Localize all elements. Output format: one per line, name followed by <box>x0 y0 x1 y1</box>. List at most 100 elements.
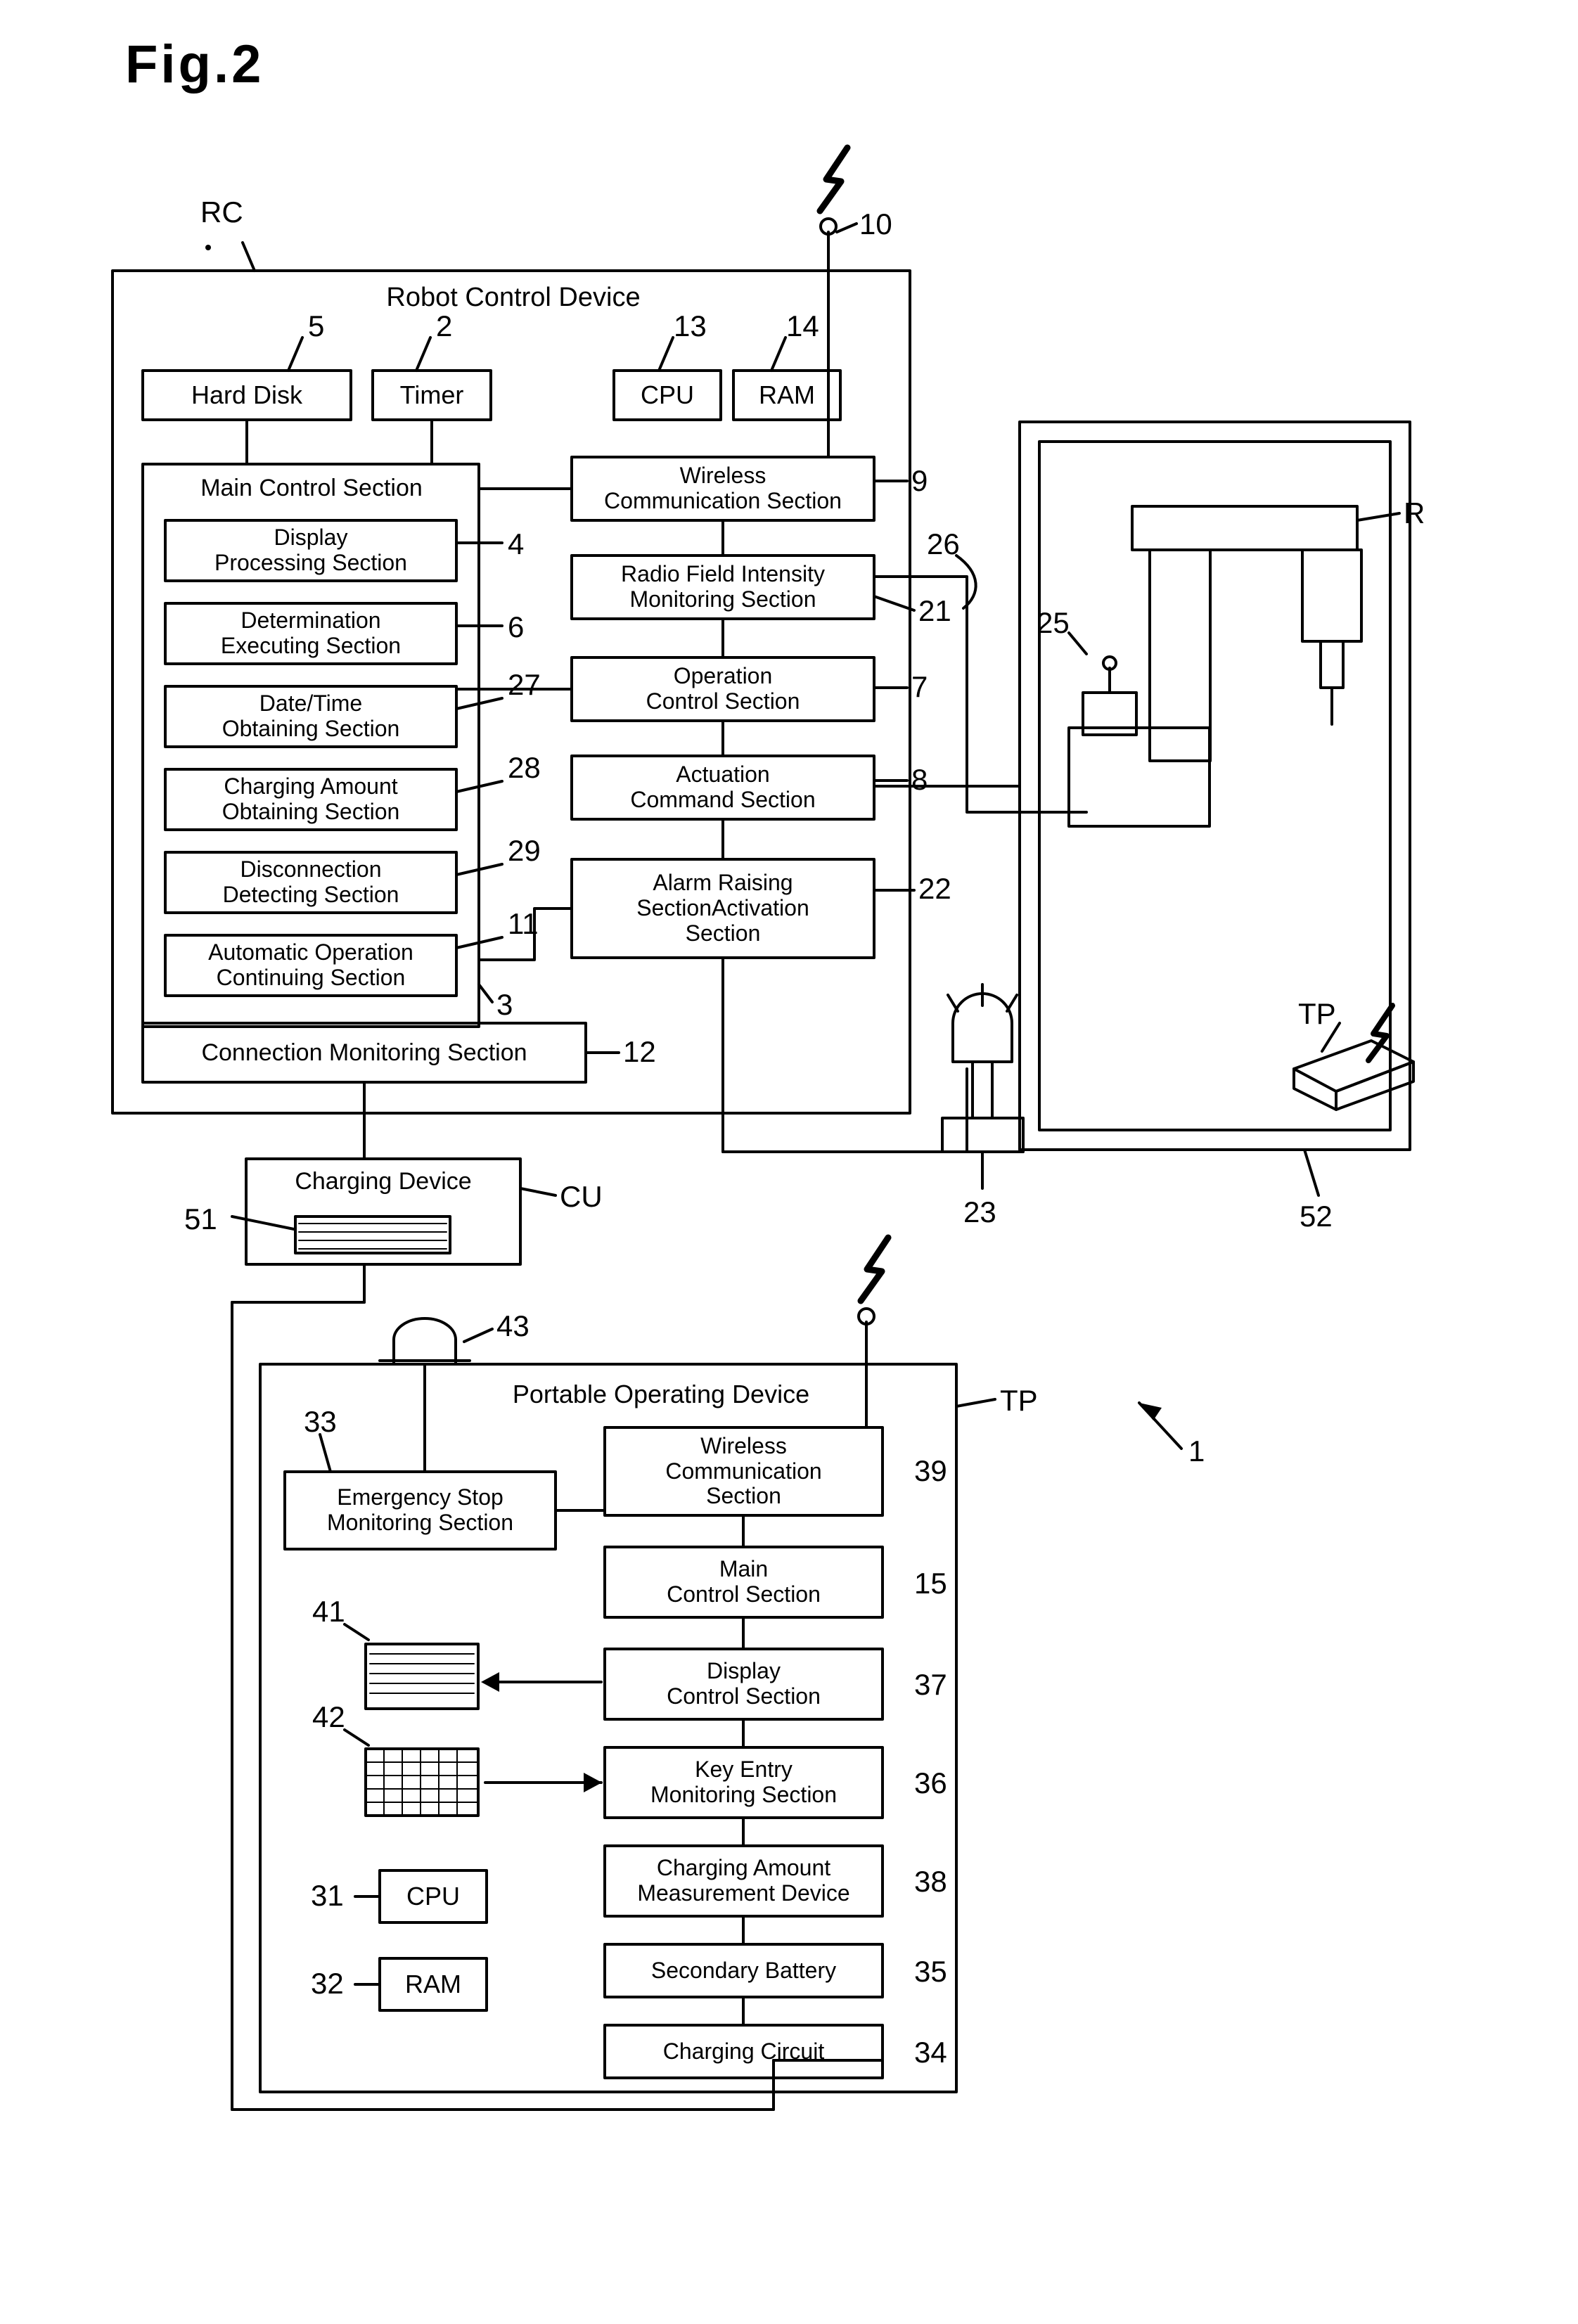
label-timer: Timer <box>399 380 464 409</box>
ref-tp-leader <box>955 1398 996 1408</box>
label-radio-field-intensity-monitoring-section: Radio Field Intensity Monitoring Section <box>621 561 825 612</box>
ref-3: 3 <box>496 988 513 1021</box>
ref-34: 34 <box>914 2036 947 2069</box>
ref-29: 29 <box>508 834 541 867</box>
ref-11: 11 <box>508 907 539 940</box>
ref-2: 2 <box>436 309 453 342</box>
ref-14-leader <box>770 336 787 372</box>
ref-25-leader <box>1067 631 1088 655</box>
teach-pendant-graphic <box>1292 1039 1415 1111</box>
label-key-entry-monitoring-section: Key Entry Monitoring Section <box>650 1757 838 1807</box>
ref-TP-cell: TP <box>1298 997 1336 1030</box>
ref-35: 35 <box>914 1955 947 1988</box>
robot-base <box>1067 726 1211 828</box>
ref-51: 51 <box>184 1202 217 1235</box>
tp-keypad-graphic <box>364 1747 480 1817</box>
ref-8: 8 <box>911 763 928 796</box>
ref-5: 5 <box>308 309 325 342</box>
label-tp-wireless-communication-section: Wireless Communication Section <box>665 1432 822 1509</box>
label-automatic-operation-continuing-section: Automatic Operation Continuing Section <box>208 939 413 990</box>
ref-12: 12 <box>623 1035 656 1068</box>
label-alarm-raising-section: Alarm Raising SectionActivation Section <box>636 870 809 946</box>
ref-51-leader <box>231 1215 295 1231</box>
tower-ray-left <box>947 994 959 1013</box>
antenna-10-leader <box>835 222 858 233</box>
label-wireless-communication-section: Wireless Communication Section <box>604 463 842 513</box>
ref-R: R <box>1404 496 1425 529</box>
robot-tool <box>1319 640 1345 689</box>
ref-2-leader <box>415 336 432 372</box>
rc-dot <box>205 245 211 250</box>
tp-antenna-signal <box>857 1234 892 1304</box>
ref-9: 9 <box>911 464 928 497</box>
ref-TP-device: TP <box>1000 1384 1038 1417</box>
ref-21: 21 <box>918 594 951 627</box>
ref-28: 28 <box>508 751 541 784</box>
ref-13-leader <box>658 336 674 372</box>
label-ram-14: RAM <box>759 380 815 409</box>
emergency-stop-button-graphic <box>392 1317 457 1366</box>
ref-36: 36 <box>914 1766 947 1799</box>
robot-cell-outer <box>1018 420 1411 1151</box>
ref-37: 37 <box>914 1668 947 1701</box>
label-tp-cpu: CPU <box>406 1881 460 1911</box>
ref-25: 25 <box>1037 606 1070 639</box>
ref-5-leader <box>287 336 304 372</box>
label-determination-executing-section: Determination Executing Section <box>220 608 402 658</box>
ref-3-leader <box>477 983 494 1003</box>
ref-23: 23 <box>963 1195 996 1228</box>
ref-33: 33 <box>304 1405 337 1438</box>
label-charging-circuit: Charging Circuit <box>662 2038 825 2064</box>
ref-RC: RC <box>200 195 243 229</box>
ref-r-leader <box>1356 512 1401 522</box>
ref-41-leader <box>343 1623 370 1641</box>
robot-control-device-title: Robot Control Device <box>386 282 641 312</box>
ref-1-system: 1 <box>1188 1434 1205 1468</box>
tp-keypad-grid <box>365 1748 479 1816</box>
ref-13: 13 <box>674 309 707 342</box>
robot-arm-horizontal <box>1131 505 1359 551</box>
ref-41: 41 <box>312 1595 345 1628</box>
label-date-time-obtaining-section: Date/Time Obtaining Section <box>222 691 400 741</box>
ref-15: 15 <box>914 1567 947 1600</box>
ref-42-leader <box>343 1728 370 1747</box>
ref-7: 7 <box>911 670 928 703</box>
label-charging-amount-measurement-device: Charging Amount Measurement Device <box>637 1855 850 1906</box>
ref-6: 6 <box>508 610 525 643</box>
signal-tower-base <box>941 1117 1025 1153</box>
ref-39: 39 <box>914 1454 947 1487</box>
ref-21-leader <box>873 595 916 612</box>
antenna-10-signal <box>816 144 851 214</box>
figure-page: Fig.2 Robot Control Device RC 10 Hard Di… <box>0 0 1578 2324</box>
robot-wrist <box>1301 548 1363 643</box>
ref-10: 10 <box>859 207 892 240</box>
label-charging-device: Charging Device <box>295 1167 472 1195</box>
tp-cell-signal <box>1366 1003 1395 1063</box>
charging-battery-hatch <box>298 1223 447 1250</box>
ref-52-leader <box>1303 1148 1320 1197</box>
label-tp-main-control-section: Main Control Section <box>667 1556 821 1607</box>
ref-43-leader <box>463 1328 494 1343</box>
charging-device-battery <box>294 1215 451 1254</box>
tower-ray-right <box>1006 994 1018 1013</box>
label-display-control-section: Display Control Section <box>667 1658 821 1709</box>
label-connection-monitoring-section: Connection Monitoring Section <box>201 1039 527 1066</box>
label-operation-control-section: Operation Control Section <box>646 663 800 714</box>
conn-display-arrowhead <box>481 1672 499 1692</box>
ref-31: 31 <box>311 1879 344 1912</box>
ref-4: 4 <box>508 527 525 560</box>
ref-cu-leader <box>519 1187 557 1197</box>
label-portable-operating-device: Portable Operating Device <box>512 1379 810 1408</box>
tp-display-hatch <box>369 1653 475 1694</box>
ref-52: 52 <box>1300 1200 1333 1233</box>
label-tp-ram: RAM <box>405 1969 461 1998</box>
ref-22: 22 <box>918 872 951 905</box>
rc-leader <box>241 241 256 272</box>
ref-14: 14 <box>786 309 819 342</box>
label-actuation-command-section: Actuation Command Section <box>630 762 816 812</box>
label-hard-disk: Hard Disk <box>191 380 303 409</box>
label-cpu-13: CPU <box>640 380 694 409</box>
ref-26: 26 <box>927 527 960 560</box>
label-secondary-battery: Secondary Battery <box>650 1957 837 1983</box>
ref-33-leader <box>319 1433 332 1473</box>
